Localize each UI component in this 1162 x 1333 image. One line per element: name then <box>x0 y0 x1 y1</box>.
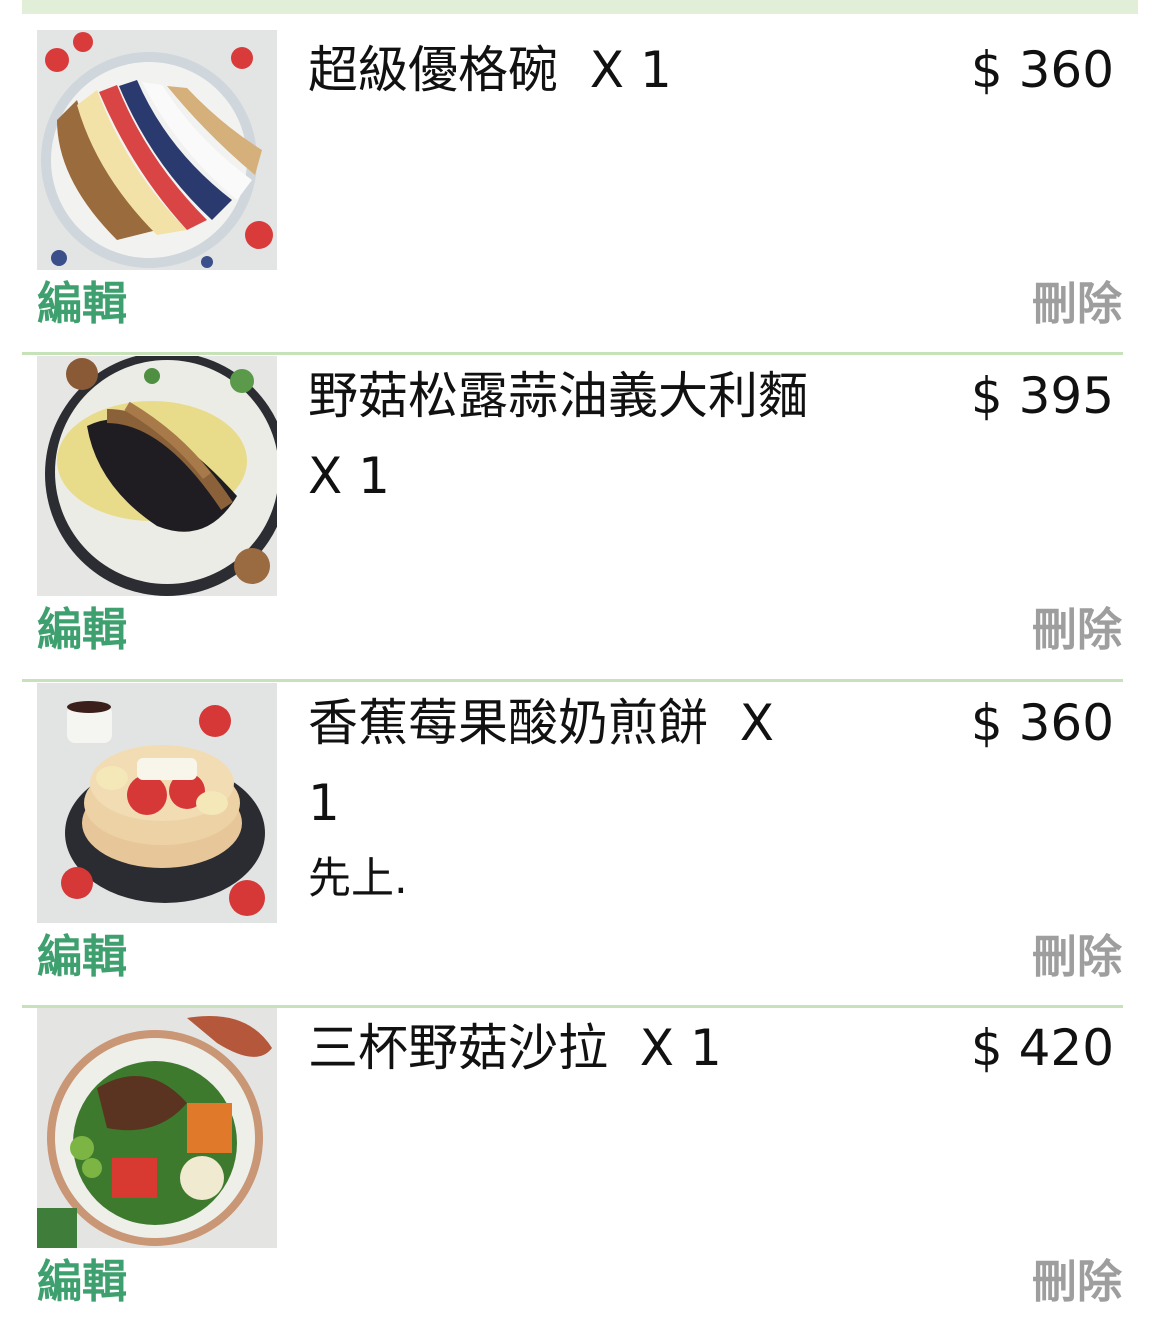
item-name: 三杯野菇沙拉 X 1 <box>308 1019 722 1077</box>
delete-button[interactable]: 刪除 <box>1032 602 1122 658</box>
delete-button[interactable]: 刪除 <box>1032 1254 1122 1310</box>
item-name: 超級優格碗 X 1 <box>308 41 672 99</box>
edit-button[interactable]: 編輯 <box>37 276 127 332</box>
item-name: 野菇松露蒜油義大利麵 X 1 <box>308 367 808 505</box>
edit-button[interactable]: 編輯 <box>37 1254 127 1310</box>
item-photo-mushroom-salad <box>37 1008 277 1248</box>
header-bar <box>22 0 1138 14</box>
item-divider <box>22 679 1123 682</box>
item-price: $ 420 <box>970 1019 1114 1077</box>
edit-button[interactable]: 編輯 <box>37 929 127 985</box>
item-note: 先上. <box>308 854 408 904</box>
delete-button[interactable]: 刪除 <box>1032 929 1122 985</box>
item-photo-yogurt-bowl <box>37 30 277 270</box>
item-price: $ 360 <box>970 41 1114 99</box>
item-divider <box>22 352 1123 355</box>
item-price: $ 395 <box>970 367 1114 425</box>
item-price: $ 360 <box>970 694 1114 752</box>
item-photo-berry-pancake <box>37 683 277 923</box>
delete-button[interactable]: 刪除 <box>1032 276 1122 332</box>
item-photo-truffle-pasta <box>37 356 277 596</box>
edit-button[interactable]: 編輯 <box>37 602 127 658</box>
item-name: 香蕉莓果酸奶煎餅 X 1 先上. <box>308 683 818 915</box>
